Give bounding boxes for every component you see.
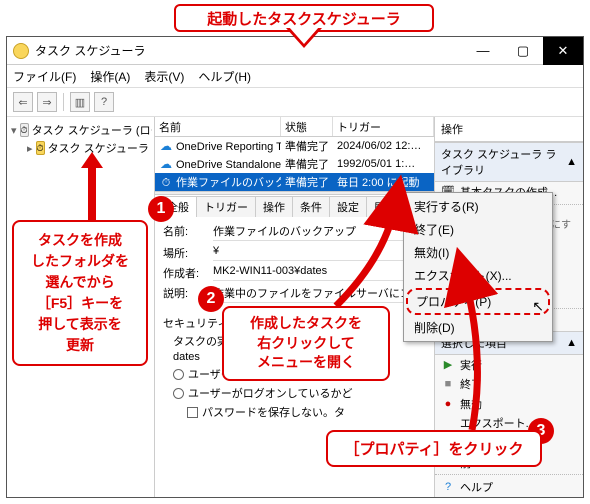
menu-help[interactable]: ヘルプ(H): [198, 68, 251, 85]
toolbar-panel-icon[interactable]: ▥: [70, 92, 90, 112]
toolbar-forward-icon[interactable]: ⇒: [37, 92, 57, 112]
menu-file[interactable]: ファイル(F): [13, 68, 76, 85]
col-status[interactable]: 状態: [281, 117, 333, 136]
toolbar-back-icon[interactable]: ⇐: [13, 92, 33, 112]
help-icon: ?: [441, 480, 455, 494]
task-status: 準備完了: [281, 173, 333, 191]
collapse-icon: ▲: [566, 337, 577, 349]
task-row-selected[interactable]: ⏱作業ファイルのバックアップ 準備完了 毎日 2:00 に起動: [155, 173, 434, 191]
task-status: 準備完了: [281, 137, 333, 155]
task-status: 準備完了: [281, 155, 333, 173]
minimize-button[interactable]: —: [463, 37, 503, 65]
action-help2[interactable]: ?ヘルプ: [435, 477, 583, 497]
radio-label: ユーザーがログオンしているかど: [188, 385, 352, 401]
cm-run[interactable]: 実行する(R): [406, 195, 550, 218]
cursor-icon: ↖: [532, 298, 544, 315]
folder-icon: ⏱: [36, 141, 45, 155]
arrow-2: [326, 196, 406, 306]
task-trigger: 毎日 2:00 に起動: [333, 173, 434, 191]
cloud-icon: ☁: [159, 139, 173, 153]
tab-trigger[interactable]: トリガー: [196, 196, 256, 217]
detail-loc-label: 場所:: [163, 245, 213, 261]
toolbar: ⇐ ⇒ ▥ ?: [7, 87, 583, 117]
actions-title: 操作: [435, 117, 583, 142]
col-trigger[interactable]: トリガー: [333, 117, 434, 136]
task-name: OneDrive Standalone …: [176, 159, 281, 171]
menu-view[interactable]: 表示(V): [144, 68, 184, 85]
cloud-icon: ☁: [159, 157, 173, 171]
scheduler-icon: ⏱: [20, 123, 29, 137]
toolbar-help-icon[interactable]: ?: [94, 92, 114, 112]
check-nopass[interactable]: パスワードを保存しない。タ: [163, 404, 426, 420]
arrow-3: [452, 268, 482, 428]
tree-root-label: タスク スケジューラ (ローカル): [32, 122, 152, 138]
annotation-mid: 作成したタスクを 右クリックして メニューを開く: [222, 306, 390, 381]
close-button[interactable]: ✕: [543, 37, 583, 65]
checkbox-icon: [187, 407, 198, 418]
tree-root[interactable]: ▾ ⏱ タスク スケジューラ (ローカル): [9, 121, 152, 139]
collapse-icon: ▲: [566, 156, 577, 168]
task-trigger: 2024/06/02 12:…: [333, 139, 434, 153]
task-row[interactable]: ☁OneDrive Reporting T… 準備完了 2024/06/02 1…: [155, 137, 434, 155]
toolbar-separator: [63, 93, 64, 111]
cm-disable[interactable]: 無効(I): [406, 241, 550, 264]
badge-1: 1: [148, 196, 174, 222]
annotation-left: タスクを作成 したフォルダを 選んでから ［F5］キーを 押して表示を 更新: [12, 220, 148, 366]
actions-separator: [435, 474, 583, 475]
task-trigger: 1992/05/01 1:…: [333, 157, 434, 171]
badge-2: 2: [198, 286, 224, 312]
radio-icon: [173, 369, 184, 380]
arrow-1: [88, 166, 96, 220]
radio-icon: [173, 388, 184, 399]
col-name[interactable]: 名前: [155, 117, 281, 136]
radio-whether[interactable]: ユーザーがログオンしているかど: [163, 385, 426, 401]
annotation-bottom: ［プロパティ］をクリック: [326, 430, 542, 467]
task-name: OneDrive Reporting T…: [176, 141, 281, 153]
menu-action[interactable]: 操作(A): [90, 68, 130, 85]
tab-action[interactable]: 操作: [255, 196, 293, 217]
annotation-top: 起動したタスクスケジューラ: [174, 4, 434, 32]
tree-collapse-icon[interactable]: ▸: [27, 142, 33, 155]
cm-end[interactable]: 終了(E): [406, 218, 550, 241]
detail-auth-label: 作成者:: [163, 265, 213, 281]
detail-name-label: 名前:: [163, 223, 213, 241]
actions-head-library[interactable]: タスク スケジューラ ライブラリ▲: [435, 142, 583, 182]
menubar: ファイル(F) 操作(A) 表示(V) ヘルプ(H): [7, 65, 583, 87]
task-icon: ⏱: [159, 176, 173, 190]
task-list-header: 名前 状態 トリガー: [155, 117, 434, 137]
task-name: 作業ファイルのバックアップ: [176, 177, 281, 189]
app-icon: [13, 43, 29, 59]
tree-toggle-icon[interactable]: ▾: [11, 124, 17, 137]
check-label: パスワードを保存しない。タ: [202, 404, 345, 420]
window-title: タスク スケジューラ: [35, 42, 463, 59]
maximize-button[interactable]: ▢: [503, 37, 543, 65]
task-row[interactable]: ☁OneDrive Standalone … 準備完了 1992/05/01 1…: [155, 155, 434, 173]
tab-cond[interactable]: 条件: [292, 196, 330, 217]
